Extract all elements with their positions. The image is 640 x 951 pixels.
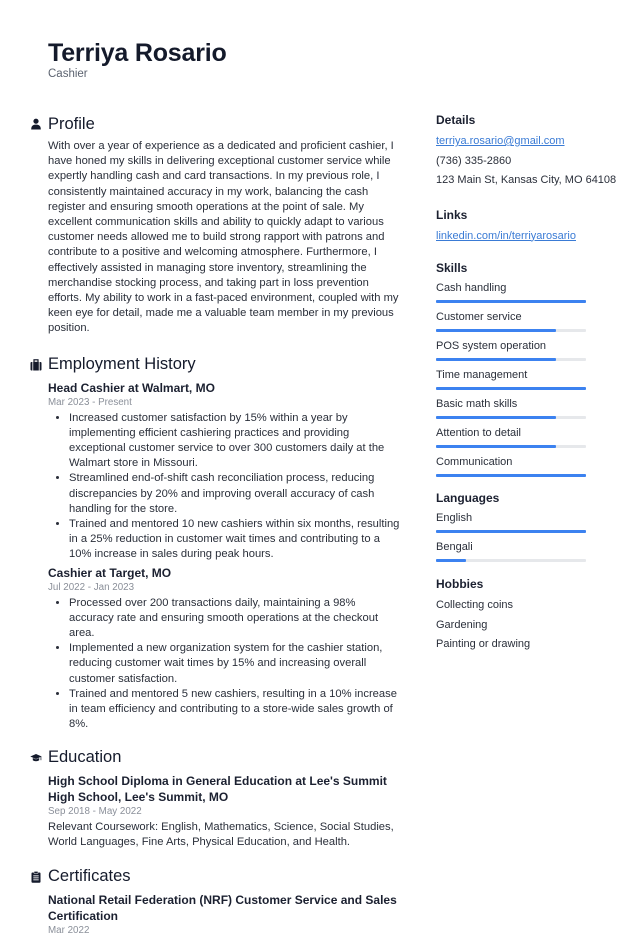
language-label: English	[436, 512, 473, 524]
certificate-entry: National Retail Federation (NRF) Custome…	[30, 892, 402, 937]
graduation-cap-icon	[30, 752, 42, 764]
education-date: Sep 2018 - May 2022	[48, 805, 142, 817]
language-level-bar	[436, 530, 586, 533]
skill-level-bar	[436, 416, 586, 419]
clipboard-icon	[30, 871, 42, 883]
skill-item: Attention to detail	[436, 425, 626, 448]
main-column: Profile With over a year of experience a…	[30, 112, 402, 951]
languages-title: Languages	[436, 491, 500, 505]
profile-section: Profile With over a year of experience a…	[30, 112, 402, 337]
skill-level-fill	[436, 474, 586, 477]
job-bullet: Trained and mentored 10 new cashiers wit…	[69, 517, 402, 563]
profile-heading: Profile	[30, 112, 402, 136]
certificates-title: Certificates	[48, 867, 131, 886]
education-title: Education	[48, 748, 122, 766]
skill-level-fill	[436, 387, 586, 390]
profile-title: Profile	[48, 114, 95, 133]
resume-header: Terriya Rosario Cashier	[48, 38, 227, 80]
education-entry: High School Diploma in General Education…	[30, 773, 402, 850]
skill-label: Cash handling	[436, 282, 507, 294]
job-bullets: Processed over 200 transactions daily, m…	[48, 596, 402, 733]
details-title: Details	[436, 113, 476, 127]
language-item: English	[436, 510, 626, 533]
skill-level-bar	[436, 445, 586, 448]
employment-title: Employment History	[48, 355, 196, 374]
certificate-date: Mar 2022	[48, 924, 90, 936]
hobby-item: Collecting coins	[436, 599, 514, 611]
education-description: Relevant Coursework: English, Mathematic…	[48, 820, 394, 848]
linkedin-link[interactable]: linkedin.com/in/terriyarosario	[436, 227, 626, 247]
email-link[interactable]: terriya.rosario@gmail.com	[436, 132, 626, 152]
skill-level-fill	[436, 445, 556, 448]
skill-level-bar	[436, 387, 586, 390]
candidate-name: Terriya Rosario	[48, 39, 227, 67]
job-title: Cashier at Target, MO	[48, 565, 172, 580]
job-bullet: Increased customer satisfaction by 15% w…	[69, 411, 402, 472]
language-level-bar	[436, 559, 586, 562]
job-date: Jul 2022 - Jan 2023	[48, 581, 135, 593]
job-bullet: Trained and mentored 5 new cashiers, res…	[69, 687, 402, 733]
skill-level-bar	[436, 358, 586, 361]
skill-item: Basic math skills	[436, 396, 626, 419]
certificate-name: National Retail Federation (NRF) Custome…	[48, 892, 397, 923]
skill-item: POS system operation	[436, 338, 626, 361]
job-entry: Head Cashier at Walmart, MO Mar 2023 - P…	[30, 380, 402, 563]
job-entry: Cashier at Target, MO Jul 2022 - Jan 202…	[30, 565, 402, 733]
language-label: Bengali	[436, 541, 473, 553]
skills-section: Skills Cash handling Customer service POS …	[436, 260, 626, 477]
language-level-fill	[436, 530, 586, 533]
skill-level-bar	[436, 300, 586, 303]
hobby-item: Painting or drawing	[436, 638, 531, 650]
skill-level-bar	[436, 474, 586, 477]
address: 123 Main St, Kansas City, MO 64108	[436, 174, 617, 186]
hobby-item: Gardening	[436, 618, 488, 631]
briefcase-icon	[30, 358, 42, 371]
skill-label: Basic math skills	[436, 398, 518, 410]
skill-label: Communication	[436, 456, 513, 468]
hobbies-title: Hobbies	[436, 577, 484, 591]
sidebar-column: Details terriya.rosario@gmail.com (736) …	[436, 112, 626, 672]
hobbies-section: Hobbies Collecting coins Gardening Paint…	[436, 576, 626, 655]
employment-heading: Employment History	[30, 353, 402, 377]
details-section: Details terriya.rosario@gmail.com (736) …	[436, 112, 626, 191]
language-item: Bengali	[436, 539, 626, 562]
job-date: Mar 2023 - Present	[48, 396, 132, 408]
skill-level-fill	[436, 329, 556, 332]
skills-list: Cash handling Customer service POS system …	[436, 280, 626, 477]
skill-item: Communication	[436, 454, 626, 477]
skill-level-fill	[436, 300, 586, 303]
job-bullet: Implemented a new organization system fo…	[69, 641, 402, 687]
skill-level-fill	[436, 358, 556, 361]
certificates-heading: Certificates	[30, 865, 402, 889]
education-degree: High School Diploma in General Education…	[48, 773, 387, 804]
language-level-fill	[436, 559, 466, 562]
job-bullet: Processed over 200 transactions daily, m…	[69, 596, 402, 642]
job-title: Head Cashier at Walmart, MO	[48, 380, 215, 395]
skill-item: Time management	[436, 367, 626, 390]
candidate-title: Cashier	[48, 68, 88, 80]
skills-title: Skills	[436, 261, 468, 275]
skill-label: Attention to detail	[436, 427, 522, 439]
links-title: Links	[436, 207, 468, 222]
skill-level-bar	[436, 329, 586, 332]
skill-item: Customer service	[436, 309, 626, 332]
job-bullets: Increased customer satisfaction by 15% w…	[48, 411, 402, 563]
skill-label: POS system operation	[436, 340, 547, 352]
profile-text: With over a year of experience as a dedi…	[48, 140, 399, 335]
phone-number: (736) 335-2860	[436, 154, 512, 167]
education-section: Education High School Diploma in General…	[30, 746, 402, 850]
links-section: Links linkedin.com/in/terriyarosario	[436, 207, 626, 247]
skill-label: Time management	[436, 369, 528, 381]
languages-list: English Bengali	[436, 510, 626, 562]
skill-item: Cash handling	[436, 280, 626, 303]
education-heading: Education	[30, 746, 402, 770]
skill-label: Customer service	[436, 311, 522, 323]
certificates-section: Certificates National Retail Federation …	[30, 865, 402, 937]
languages-section: Languages English Bengali	[436, 490, 626, 562]
person-icon	[30, 118, 42, 130]
employment-section: Employment History Head Cashier at Walma…	[30, 353, 402, 733]
skill-level-fill	[436, 416, 556, 419]
job-bullet: Streamlined end-of-shift cash reconcilia…	[69, 471, 402, 517]
